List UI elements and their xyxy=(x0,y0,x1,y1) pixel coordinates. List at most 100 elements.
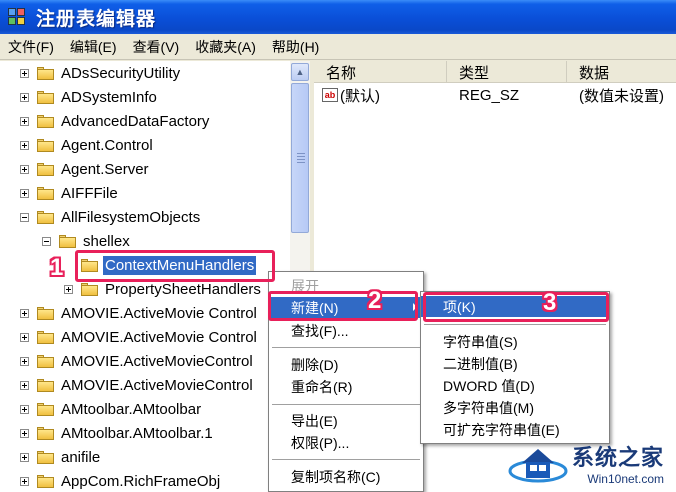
registry-icon xyxy=(6,6,28,28)
tree-item[interactable]: Agent.Server xyxy=(20,157,151,181)
folder-icon xyxy=(37,114,54,128)
step-marker-1: 1 xyxy=(50,254,64,281)
tree-item[interactable]: AMOVIE.ActiveMovieControl xyxy=(20,349,255,373)
column-type[interactable]: 类型 xyxy=(447,61,567,83)
folder-icon xyxy=(37,162,54,176)
value-data: (数值未设置) xyxy=(579,87,664,105)
value-row[interactable]: ab (默认) REG_SZ (数值未设置) xyxy=(314,84,664,106)
tree-item-label: ADsSecurityUtility xyxy=(61,64,181,82)
tree-item[interactable]: ADsSecurityUtility xyxy=(20,61,182,85)
expand-icon[interactable] xyxy=(20,452,29,462)
folder-icon xyxy=(37,186,54,200)
tree-item-label: ADSystemInfo xyxy=(61,88,157,106)
menu-favorites[interactable]: 收藏夹(A) xyxy=(187,37,264,57)
tree-item[interactable]: ADSystemInfo xyxy=(20,85,159,109)
watermark: 系统之家 Win10net.com xyxy=(508,438,674,488)
collapse-icon[interactable] xyxy=(42,236,51,246)
menu-bar: 文件(F) 编辑(E) 查看(V) 收藏夹(A) 帮助(H) xyxy=(0,34,676,60)
expand-icon[interactable] xyxy=(20,116,29,126)
folder-icon xyxy=(37,402,54,416)
folder-icon xyxy=(59,234,76,248)
menu-rename[interactable]: 重命名(R) xyxy=(269,376,423,397)
tree-item[interactable]: AppCom.RichFrameObj xyxy=(20,469,222,492)
menu-export[interactable]: 导出(E) xyxy=(269,410,423,431)
expand-icon[interactable] xyxy=(20,164,29,174)
column-data[interactable]: 数据 xyxy=(567,61,676,83)
submenu-dword-value[interactable]: DWORD 值(D) xyxy=(421,375,609,396)
expand-icon[interactable] xyxy=(20,308,29,318)
menu-separator xyxy=(272,347,420,348)
expand-icon[interactable] xyxy=(20,332,29,342)
tree-item-label: AMOVIE.ActiveMovie Control xyxy=(61,304,257,322)
scroll-thumb[interactable] xyxy=(291,83,309,233)
menu-permissions[interactable]: 权限(P)... xyxy=(269,432,423,453)
submenu-string-value[interactable]: 字符串值(S) xyxy=(421,331,609,352)
tree-item[interactable]: Agent.Control xyxy=(20,133,155,157)
submenu-multi-string-value[interactable]: 多字符串值(M) xyxy=(421,397,609,418)
menu-view[interactable]: 查看(V) xyxy=(125,37,188,57)
tree-item-label: anifile xyxy=(61,448,101,466)
title-bar: 注册表编辑器 xyxy=(0,0,676,34)
expand-icon[interactable] xyxy=(20,380,29,390)
watermark-cn: 系统之家 xyxy=(572,445,665,470)
tree-item[interactable]: AMOVIE.ActiveMovieControl xyxy=(20,373,255,397)
folder-icon xyxy=(37,66,54,80)
expand-icon[interactable] xyxy=(20,92,29,102)
menu-separator xyxy=(272,404,420,405)
expand-icon[interactable] xyxy=(20,404,29,414)
folder-icon xyxy=(37,450,54,464)
column-name[interactable]: 名称 xyxy=(314,61,447,83)
scroll-up-button[interactable]: ▲ xyxy=(291,63,309,81)
step-marker-2: 2 xyxy=(368,287,382,314)
tree-item[interactable]: AllFilesystemObjects xyxy=(20,205,202,229)
tree-item[interactable]: anifile xyxy=(20,445,102,469)
value-name: (默认) xyxy=(340,87,380,105)
menu-find[interactable]: 查找(F)... xyxy=(269,320,423,341)
string-value-icon: ab xyxy=(322,88,338,102)
tree-item-label: Agent.Server xyxy=(61,160,149,178)
submenu-binary-value[interactable]: 二进制值(B) xyxy=(421,353,609,374)
window-title: 注册表编辑器 xyxy=(36,8,157,30)
tree-item[interactable]: AdvancedDataFactory xyxy=(20,109,211,133)
tree-item-label: AMtoolbar.AMtoolbar xyxy=(61,400,202,418)
folder-icon xyxy=(37,354,54,368)
value-type: REG_SZ xyxy=(459,86,520,104)
tree-item-label: Agent.Control xyxy=(61,136,153,154)
folder-icon xyxy=(37,330,54,344)
collapse-icon[interactable] xyxy=(20,212,29,222)
menu-separator xyxy=(424,324,606,325)
tree-item[interactable]: AIFFFile xyxy=(20,181,120,205)
tree-item-label: PropertySheetHandlers xyxy=(105,280,261,298)
tree-item[interactable]: AMOVIE.ActiveMovie Control xyxy=(20,301,259,325)
expand-icon[interactable] xyxy=(20,140,29,150)
expand-icon[interactable] xyxy=(20,356,29,366)
submenu-expandable-string-value[interactable]: 可扩充字符串值(E) xyxy=(421,419,609,440)
menu-file[interactable]: 文件(F) xyxy=(0,37,62,57)
folder-icon xyxy=(37,474,54,488)
highlight-box-1 xyxy=(75,250,275,282)
watermark-en: Win10net.com xyxy=(587,472,665,486)
tree-item-label: AppCom.RichFrameObj xyxy=(61,472,221,490)
menu-separator xyxy=(272,459,420,460)
expand-icon[interactable] xyxy=(20,188,29,198)
folder-icon xyxy=(37,306,54,320)
tree-item[interactable]: AMtoolbar.AMtoolbar.1 xyxy=(20,421,215,445)
expand-icon[interactable] xyxy=(20,476,29,486)
tree-item-label: shellex xyxy=(83,232,130,250)
expand-icon[interactable] xyxy=(20,68,29,78)
menu-copy-key-name[interactable]: 复制项名称(C) xyxy=(269,466,423,487)
folder-icon xyxy=(81,282,98,296)
tree-item[interactable]: AMtoolbar.AMtoolbar xyxy=(20,397,203,421)
expand-icon[interactable] xyxy=(20,428,29,438)
folder-icon xyxy=(37,90,54,104)
expand-icon[interactable] xyxy=(64,284,73,294)
step-marker-3: 3 xyxy=(543,289,557,316)
folder-icon xyxy=(37,210,54,224)
menu-help[interactable]: 帮助(H) xyxy=(264,37,327,57)
tree-item-label: AMOVIE.ActiveMovieControl xyxy=(61,376,253,394)
menu-delete[interactable]: 删除(D) xyxy=(269,354,423,375)
tree-item-label: AdvancedDataFactory xyxy=(61,112,210,130)
tree-item[interactable]: AMOVIE.ActiveMovie Control xyxy=(20,325,259,349)
folder-icon xyxy=(37,378,54,392)
menu-edit[interactable]: 编辑(E) xyxy=(62,37,125,57)
